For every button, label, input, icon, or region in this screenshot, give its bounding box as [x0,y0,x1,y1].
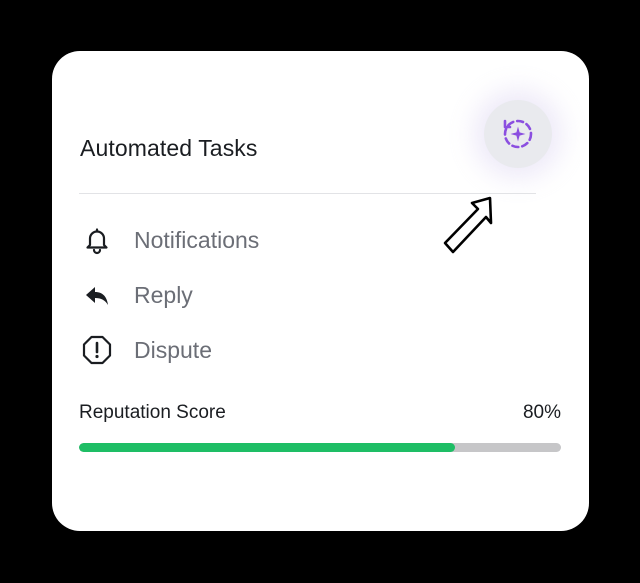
mouse-pointer-icon [443,196,493,254]
reputation-progress-bar [79,443,561,452]
task-label: Dispute [134,336,212,363]
header-divider [79,193,536,194]
task-item-reply[interactable]: Reply [79,277,193,313]
task-label: Reply [134,281,193,308]
alert-octagon-icon [79,332,115,368]
reputation-value: 80% [522,402,561,423]
sparkle-refresh-icon [503,119,533,149]
reputation-label: Reputation Score [79,402,226,423]
ai-automation-button[interactable] [484,100,552,168]
task-item-dispute[interactable]: Dispute [79,332,212,368]
panel-title: Automated Tasks [80,135,258,161]
task-item-notifications[interactable]: Notifications [79,222,259,258]
task-label: Notifications [134,226,260,253]
automated-tasks-card: Automated Tasks Notifications Reply Disp… [52,51,589,531]
reputation-progress-fill [79,443,455,452]
reply-arrow-icon [79,277,115,313]
bell-icon [79,222,115,258]
